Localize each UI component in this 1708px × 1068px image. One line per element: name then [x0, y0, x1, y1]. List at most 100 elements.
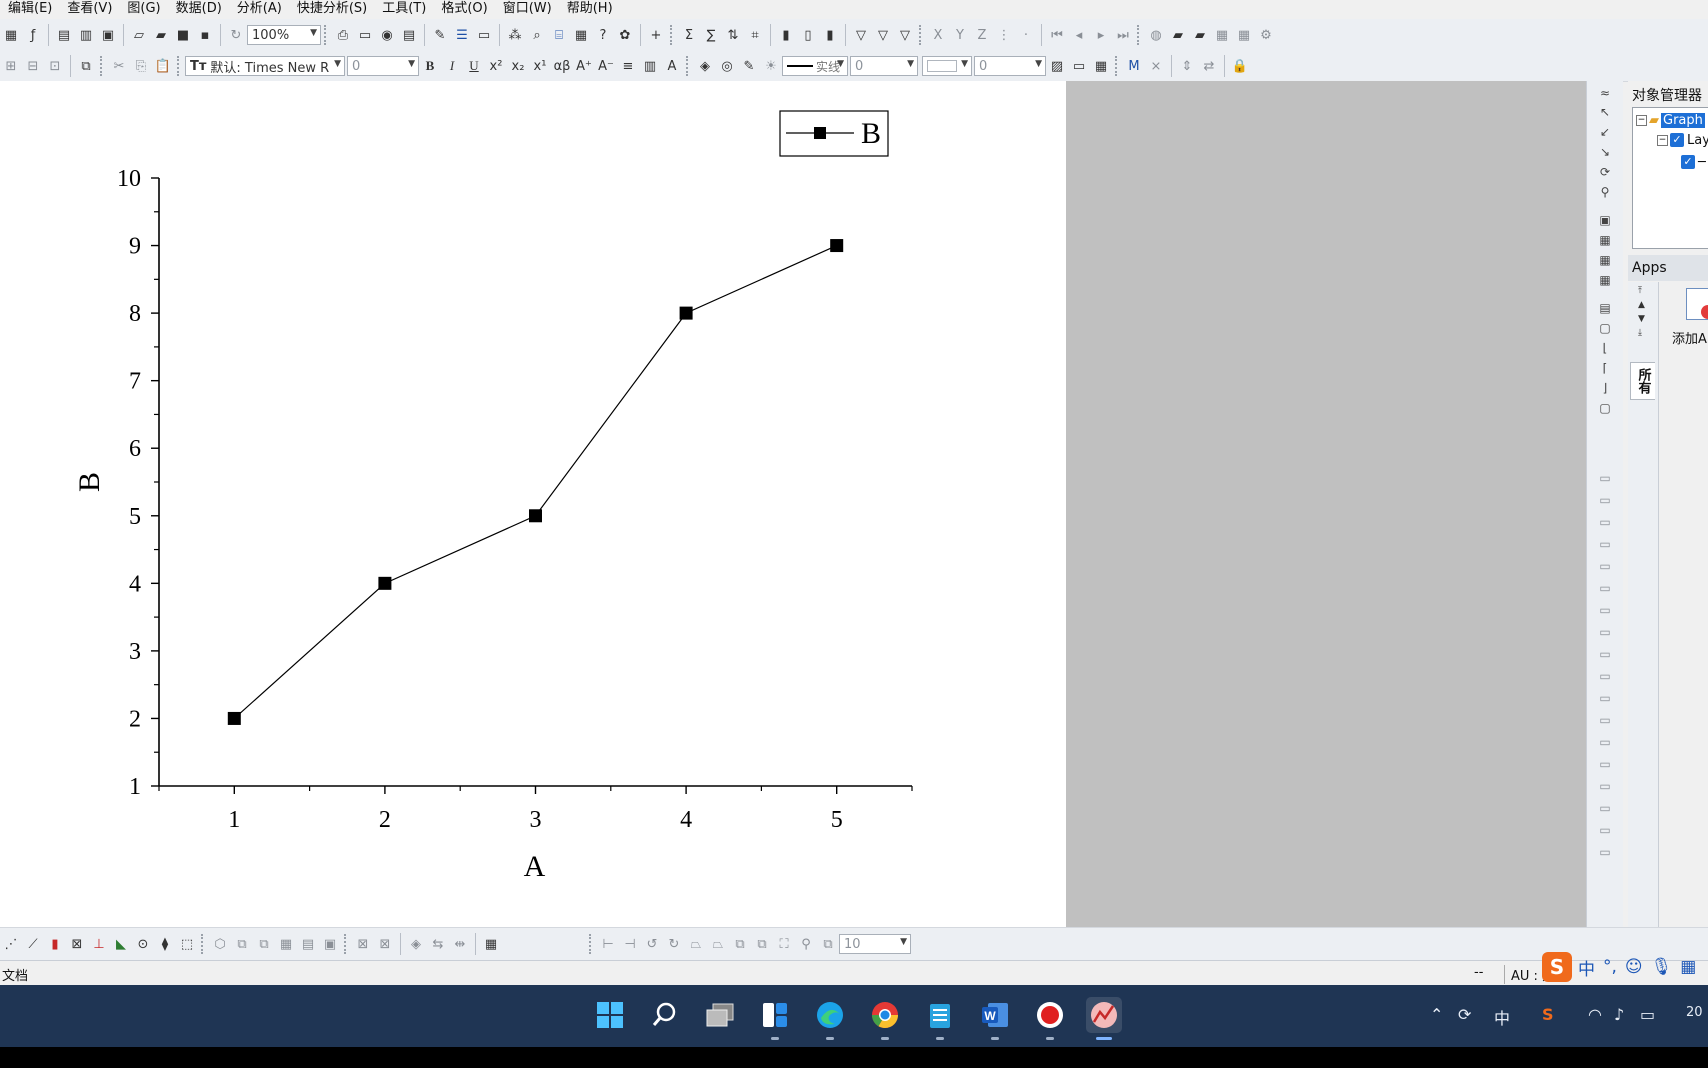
- import-icon[interactable]: ◍: [1146, 24, 1166, 46]
- frame-box-icon[interactable]: ▢: [1595, 399, 1615, 417]
- sync-icon[interactable]: ⟳: [1458, 1005, 1471, 1024]
- menu-item-3[interactable]: 数据(D): [168, 1, 229, 17]
- menu-item-7[interactable]: 格式(O): [433, 1, 494, 17]
- ime-punct[interactable]: °,: [1603, 957, 1617, 977]
- import-wizard-icon[interactable]: ▰: [1168, 24, 1188, 46]
- mic-icon[interactable]: 🎙: [1651, 957, 1673, 977]
- backward-icon[interactable]: ▭: [1595, 821, 1615, 839]
- project-tree-icon[interactable]: ⁂: [505, 24, 525, 46]
- frame-l-icon[interactable]: ⌊: [1595, 339, 1615, 357]
- collapse-icon[interactable]: −: [1636, 114, 1647, 126]
- start-icon[interactable]: [592, 997, 628, 1033]
- set-values-icon[interactable]: ⌗: [745, 24, 765, 46]
- chrome-icon[interactable]: [867, 997, 903, 1040]
- same-size-icon[interactable]: ▭: [1595, 689, 1615, 707]
- area-plot-icon[interactable]: ⊠: [67, 933, 87, 955]
- ungroup-icon[interactable]: ▭: [1595, 733, 1615, 751]
- polar-plot-icon[interactable]: ⊙: [133, 933, 153, 955]
- import-ascii-icon[interactable]: ▰: [1190, 24, 1210, 46]
- set-y-icon[interactable]: Y: [950, 24, 970, 46]
- group-icon[interactable]: ▭: [1595, 711, 1615, 729]
- fill-color-icon[interactable]: ◈: [695, 55, 715, 77]
- trapezoid-icon[interactable]: ⏢: [686, 933, 706, 955]
- stats-icon[interactable]: ∑: [701, 24, 721, 46]
- merge-icon[interactable]: M: [1124, 55, 1144, 77]
- template-icon[interactable]: ⬡: [210, 933, 230, 955]
- cut-icon[interactable]: ✂: [109, 55, 129, 77]
- chart[interactable]: 1 2 3 4 5 6 7 8 9 10 1 2 3 4 5 A B B: [0, 81, 1066, 927]
- new-function-icon[interactable]: ƒ: [23, 24, 43, 46]
- merge-graph-icon[interactable]: ⧉: [254, 933, 274, 955]
- toolbar-grip[interactable]: [344, 934, 349, 954]
- add-column-icon[interactable]: +: [646, 24, 666, 46]
- layer-icon[interactable]: ⧉: [232, 933, 252, 955]
- open-template-icon[interactable]: ▰: [151, 24, 171, 46]
- align-center-icon[interactable]: ⊣: [620, 933, 640, 955]
- save-template-icon[interactable]: ▪: [195, 24, 215, 46]
- flip-icon[interactable]: ↻: [664, 933, 684, 955]
- increase-font-icon[interactable]: A⁺: [574, 55, 594, 77]
- surface-plot-icon[interactable]: ◣: [111, 933, 131, 955]
- toolbar-grip[interactable]: [919, 25, 924, 45]
- align-icon[interactable]: ⊞: [1, 55, 21, 77]
- tab-all[interactable]: 所有: [1630, 362, 1655, 400]
- frame-t-icon[interactable]: ⌈: [1595, 359, 1615, 377]
- print-icon[interactable]: ⎙: [333, 24, 353, 46]
- collapse-icon[interactable]: −: [1657, 134, 1668, 146]
- toolbar-grip[interactable]: [670, 25, 675, 45]
- mask-icon[interactable]: ⊠: [353, 933, 373, 955]
- bar-chart-icon[interactable]: ▯: [798, 24, 818, 46]
- superscript-icon[interactable]: x²: [486, 55, 506, 77]
- refresh-icon[interactable]: ↻: [226, 24, 246, 46]
- layer-4-icon[interactable]: ▢: [1595, 319, 1615, 337]
- menu-item-9[interactable]: 帮助(H): [559, 1, 620, 17]
- color-swatch-icon[interactable]: ◉: [377, 24, 397, 46]
- frame-icon[interactable]: ▣: [320, 933, 340, 955]
- align-bottom-icon[interactable]: ▭: [1595, 513, 1615, 531]
- emoji-icon[interactable]: ☺: [1625, 957, 1643, 977]
- decrease-font-icon[interactable]: A⁻: [596, 55, 616, 77]
- underline-icon[interactable]: U: [464, 55, 484, 77]
- add-app-icon[interactable]: [1686, 288, 1708, 320]
- ime-menu-icon[interactable]: ▦: [1680, 957, 1696, 977]
- new-graph-icon[interactable]: ▤: [54, 24, 74, 46]
- size-select[interactable]: 10 ▼: [839, 934, 911, 954]
- checkbox-icon[interactable]: ✓: [1681, 155, 1695, 169]
- error-bar-icon[interactable]: ⊥: [89, 933, 109, 955]
- apps-icon[interactable]: ✿: [615, 24, 635, 46]
- toolbar-grip[interactable]: [1137, 25, 1142, 45]
- set-error-icon[interactable]: ⋮: [994, 24, 1014, 46]
- prev-icon[interactable]: ◂: [1069, 24, 1089, 46]
- border-icon[interactable]: ▭: [1069, 55, 1089, 77]
- scroll-top-icon[interactable]: ⤒: [1638, 286, 1642, 296]
- menu-item-4[interactable]: 分析(A): [229, 1, 289, 17]
- back-icon[interactable]: ⧉: [752, 933, 772, 955]
- copy-format-icon[interactable]: ⧉: [818, 933, 838, 955]
- widgets-icon[interactable]: [757, 997, 793, 1040]
- toolbar-grip[interactable]: [589, 934, 594, 954]
- tree-item-layer[interactable]: − ✓ Lay: [1657, 130, 1708, 150]
- import-excel-icon[interactable]: ▦: [1234, 24, 1254, 46]
- edge-icon[interactable]: [812, 997, 848, 1040]
- toolbar-grip[interactable]: [1115, 56, 1120, 76]
- search-icon[interactable]: [647, 997, 683, 1033]
- scale-out-icon[interactable]: ↙: [1595, 123, 1615, 141]
- menu-item-6[interactable]: 工具(T): [374, 1, 433, 17]
- stack-chart-icon[interactable]: ▮: [820, 24, 840, 46]
- notepad-icon[interactable]: [922, 997, 958, 1040]
- 3d-plot-icon[interactable]: ⬚: [177, 933, 197, 955]
- command-window-icon[interactable]: ▦: [571, 24, 591, 46]
- import-multiple-icon[interactable]: ▦: [1212, 24, 1232, 46]
- filter-clear-icon[interactable]: ▽: [873, 24, 893, 46]
- object-tree[interactable]: − ▰ Graph − ✓ Lay ✓ ─: [1632, 107, 1708, 249]
- recorder-icon[interactable]: [1032, 997, 1068, 1040]
- fit-icon[interactable]: ⛶: [774, 933, 794, 955]
- layer-3-icon[interactable]: ▤: [1595, 299, 1615, 317]
- frame-r-icon[interactable]: ⌋: [1595, 379, 1615, 397]
- font-color-icon[interactable]: A: [662, 55, 682, 77]
- scale-in-icon[interactable]: ↖: [1595, 103, 1615, 121]
- wand-icon[interactable]: ⚲: [796, 933, 816, 955]
- layer-2-icon[interactable]: ▦: [1595, 271, 1615, 289]
- set-x-icon[interactable]: X: [928, 24, 948, 46]
- new-worksheet-icon[interactable]: ▦: [1, 24, 21, 46]
